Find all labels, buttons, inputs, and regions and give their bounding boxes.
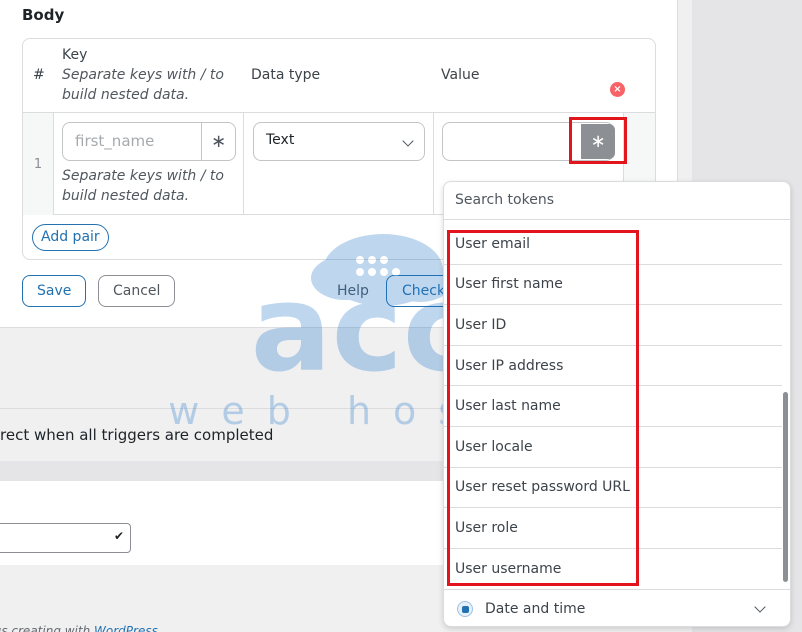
col-key-hint: Separate keys with / to build nested dat… xyxy=(62,67,224,103)
token-group-label: Date and time xyxy=(485,601,586,617)
add-pair-button[interactable]: Add pair xyxy=(32,224,109,251)
key-input[interactable]: first_name ∗ xyxy=(62,122,236,161)
data-type-select[interactable]: Text xyxy=(253,122,425,161)
save-button[interactable]: Save xyxy=(22,275,87,307)
key-placeholder: first_name xyxy=(75,132,155,150)
column-divider xyxy=(243,113,244,215)
calendar-icon xyxy=(457,601,473,617)
token-group-date-time[interactable]: Date and time xyxy=(444,589,790,626)
token-search-input[interactable]: Search tokens xyxy=(444,182,790,220)
row-number: 1 xyxy=(23,113,54,215)
token-search-placeholder: Search tokens xyxy=(455,192,554,208)
table-header: # Key Separate keys with / to build nest… xyxy=(23,39,655,113)
check-icon: ✔ xyxy=(113,529,124,543)
data-type-value: Text xyxy=(266,132,295,148)
redirect-text: rect when all triggers are completed xyxy=(0,426,274,444)
wordpress-link[interactable]: WordPress xyxy=(94,624,158,632)
highlight-token-button xyxy=(569,117,627,164)
col-value-header: Value xyxy=(441,67,480,83)
footer-text: ıs creating with WordPress xyxy=(0,624,158,632)
col-datatype-header: Data type xyxy=(251,67,321,83)
footer-prefix: ıs creating with xyxy=(0,624,95,632)
col-key-header: Key xyxy=(62,47,88,63)
dropdown-scrollbar[interactable] xyxy=(783,392,788,582)
section-title: Body xyxy=(22,6,65,24)
key-hint: Separate keys with / to build nested dat… xyxy=(62,168,224,204)
cancel-button[interactable]: Cancel xyxy=(98,275,176,307)
col-num-header: # xyxy=(33,67,45,83)
key-token-button[interactable]: ∗ xyxy=(201,123,235,160)
delete-row-icon[interactable]: × xyxy=(610,82,625,97)
highlight-token-list xyxy=(447,230,639,586)
chevron-down-icon xyxy=(754,601,766,613)
chevron-down-icon xyxy=(402,135,414,147)
column-divider xyxy=(433,113,434,215)
help-link[interactable]: Help xyxy=(337,283,369,299)
lower-select[interactable]: ✔ xyxy=(0,523,131,553)
